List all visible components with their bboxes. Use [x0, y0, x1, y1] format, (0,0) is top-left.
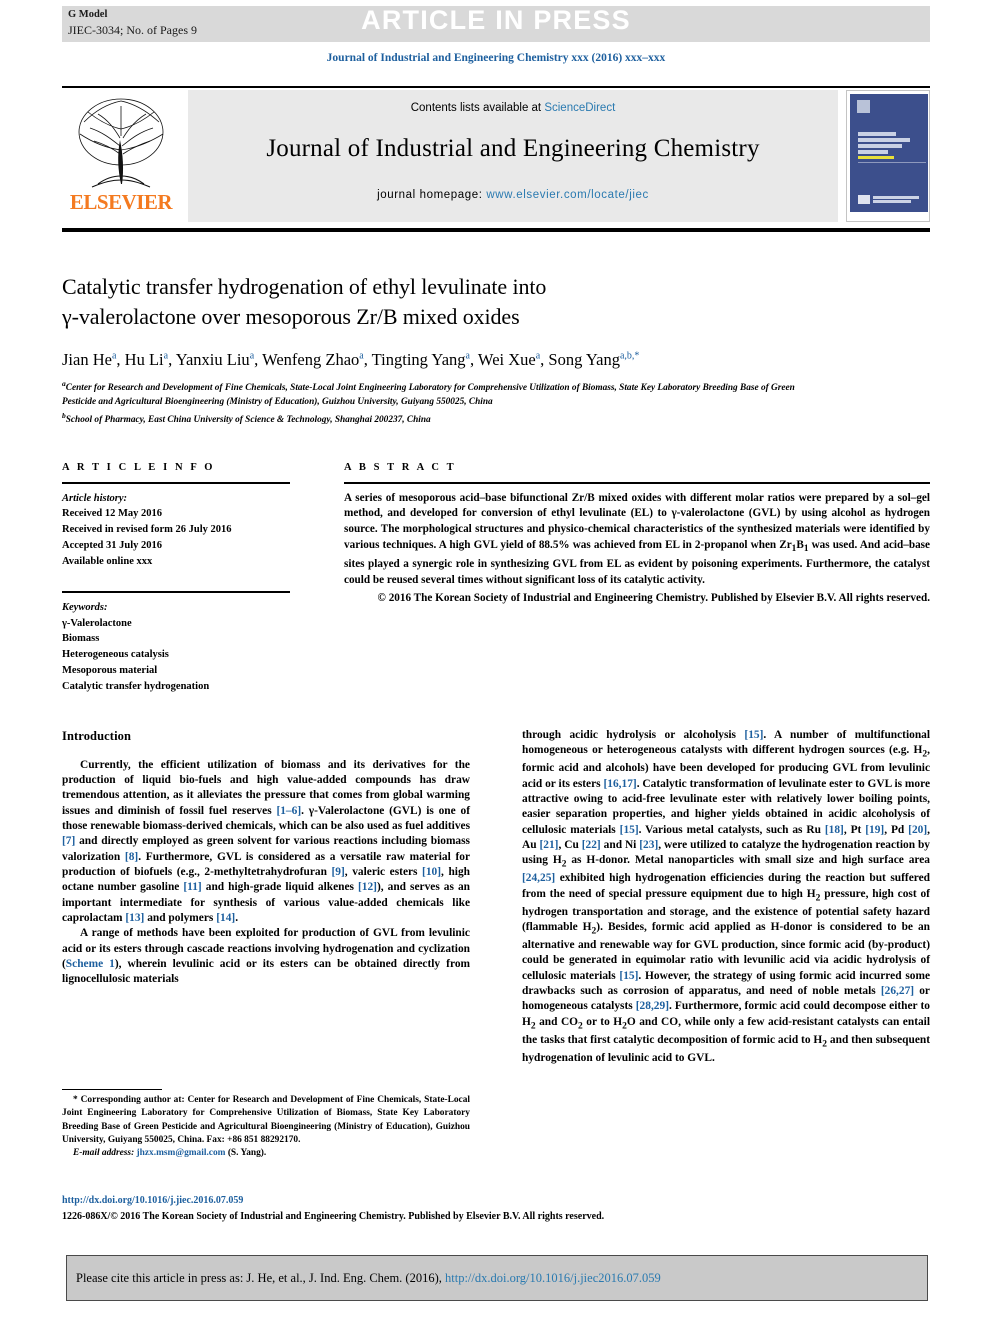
homepage-url-link[interactable]: www.elsevier.com/locate/jiec [486, 189, 649, 201]
keywords-label: Keywords: [62, 601, 108, 613]
abstract-rule [344, 482, 930, 484]
paragraph: Currently, the efficient utilization of … [62, 758, 471, 925]
accepted-date: Accepted 31 July 2016 [62, 539, 163, 551]
body-column-right: through acidic hydrolysis or alcoholysis… [522, 728, 930, 1066]
keywords-rule [62, 591, 290, 593]
keyword-item: Heterogeneous catalysis [62, 649, 169, 660]
footnote-rule [62, 1089, 162, 1090]
manuscript-id: JIEC-3034; No. of Pages 9 [68, 23, 197, 38]
elsevier-logo: ELSEVIER [62, 90, 180, 222]
journal-title: Journal of Industrial and Engineering Ch… [266, 135, 760, 162]
elsevier-wordmark: ELSEVIER [69, 190, 173, 214]
article-history-label: Article history: [62, 492, 128, 504]
keyword-item: γ-Valerolactone [62, 617, 132, 629]
article-info-rule [62, 482, 290, 484]
sciencedirect-link[interactable]: ScienceDirect [544, 102, 615, 114]
cover-artwork [850, 94, 928, 212]
keywords-block: Keywords: γ-Valerolactone Biomass Hetero… [62, 600, 310, 695]
journal-reference-line: Journal of Industrial and Engineering Ch… [326, 52, 666, 64]
received-date: Received 12 May 2016 [62, 508, 163, 520]
issn-copyright-line: 1226-086X/© 2016 The Korean Society of I… [62, 1210, 605, 1222]
abstract-heading: A B S T R A C T [344, 462, 457, 473]
cover-society-mark [858, 195, 922, 204]
doi-url[interactable]: http://dx.doi.org/10.1016/j.jiec.2016.07… [62, 1193, 762, 1209]
affiliation-b: bSchool of Pharmacy, East China Universi… [62, 410, 431, 426]
email-attribution: (S. Yang). [227, 1148, 267, 1159]
paragraph: A range of methods have been exploited f… [62, 927, 470, 986]
abstract-copyright: © 2016 The Korean Society of Industrial … [377, 591, 930, 604]
cover-badge-icon [857, 100, 870, 113]
available-online: Available online xxx [62, 555, 153, 567]
elsevier-tree-icon [78, 98, 164, 188]
g-model-label: G Model [68, 9, 108, 20]
manuscript-id-block: G Model JIEC-3034; No. of Pages 9 [68, 8, 197, 38]
keyword-item: Catalytic transfer hydrogenation [62, 680, 210, 692]
journal-cover-thumbnail [846, 90, 930, 222]
contents-lists-line: Contents lists available at ScienceDirec… [188, 102, 838, 114]
footnote-block: * Corresponding author at: Center for Re… [62, 1094, 470, 1161]
abstract-section: A B S T R A C T A series of mesoporous a… [344, 462, 930, 606]
masthead-top-rule [62, 86, 930, 88]
cite-prefix: Please cite this article in press as: J.… [76, 1271, 446, 1285]
cite-this-article-text: Please cite this article in press as: J.… [76, 1271, 661, 1286]
email-link[interactable]: jhzx.msm@gmail.com [137, 1148, 226, 1158]
cover-yellow-bar [858, 156, 894, 159]
keyword-item: Biomass [62, 633, 100, 645]
affiliation-b-text: School of Pharmacy, East China Universit… [65, 415, 431, 426]
revised-date: Received in revised form 26 July 2016 [62, 524, 232, 535]
homepage-label: journal homepage: [377, 189, 487, 201]
cover-title-lines [858, 132, 916, 156]
email-line: E-mail address: jhzx.msm@gmail.com (S. Y… [62, 1147, 470, 1160]
section-heading-introduction: Introduction [62, 729, 132, 743]
masthead-bottom-rule [62, 228, 930, 232]
masthead-center-panel: Contents lists available at ScienceDirec… [188, 90, 838, 222]
affiliation-a-text: Center for Research and Development of F… [62, 383, 795, 408]
corresponding-author-note: * Corresponding author at: Center for Re… [62, 1095, 470, 1146]
abstract-text: A series of mesoporous acid–base bifunct… [344, 491, 930, 586]
article-title-line-1: Catalytic transfer hydrogenation of ethy… [62, 274, 547, 299]
body-column-left: Introduction Currently, the efficient ut… [62, 728, 470, 988]
journal-homepage-line: journal homepage: www.elsevier.com/locat… [188, 189, 838, 201]
author-list: Jian Hea, Hu Lia, Yanxiu Liua, Wenfeng Z… [62, 350, 640, 369]
paragraph: through acidic hydrolysis or alcoholysis… [522, 729, 931, 1064]
cover-divider [858, 162, 926, 163]
paper-page: G Model JIEC-3034; No. of Pages 9 ARTICL… [0, 0, 992, 1323]
contents-prefix: Contents lists available at [410, 102, 545, 114]
affiliations: aCenter for Research and Development of … [62, 378, 822, 428]
article-info-heading: A R T I C L E I N F O [62, 462, 216, 473]
cite-doi-link[interactable]: http://dx.doi.org/10.1016/j.jiec2016.07.… [445, 1271, 661, 1285]
page-title: Catalytic transfer hydrogenation of ethy… [62, 272, 762, 331]
doi-footer-block: http://dx.doi.org/10.1016/j.jiec.2016.07… [62, 1193, 762, 1224]
article-title-line-2: γ-valerolactone over mesoporous Zr/B mix… [62, 303, 520, 329]
email-label: E-mail address: [73, 1148, 135, 1159]
keyword-item: Mesoporous material [62, 664, 158, 676]
article-history-block: Article history: Received 12 May 2016 Re… [62, 491, 310, 570]
journal-masthead: ELSEVIER Contents lists available at Sci… [62, 90, 930, 222]
affiliation-a: aCenter for Research and Development of … [62, 379, 795, 408]
article-info-section: A R T I C L E I N F O Article history: R… [62, 462, 310, 694]
